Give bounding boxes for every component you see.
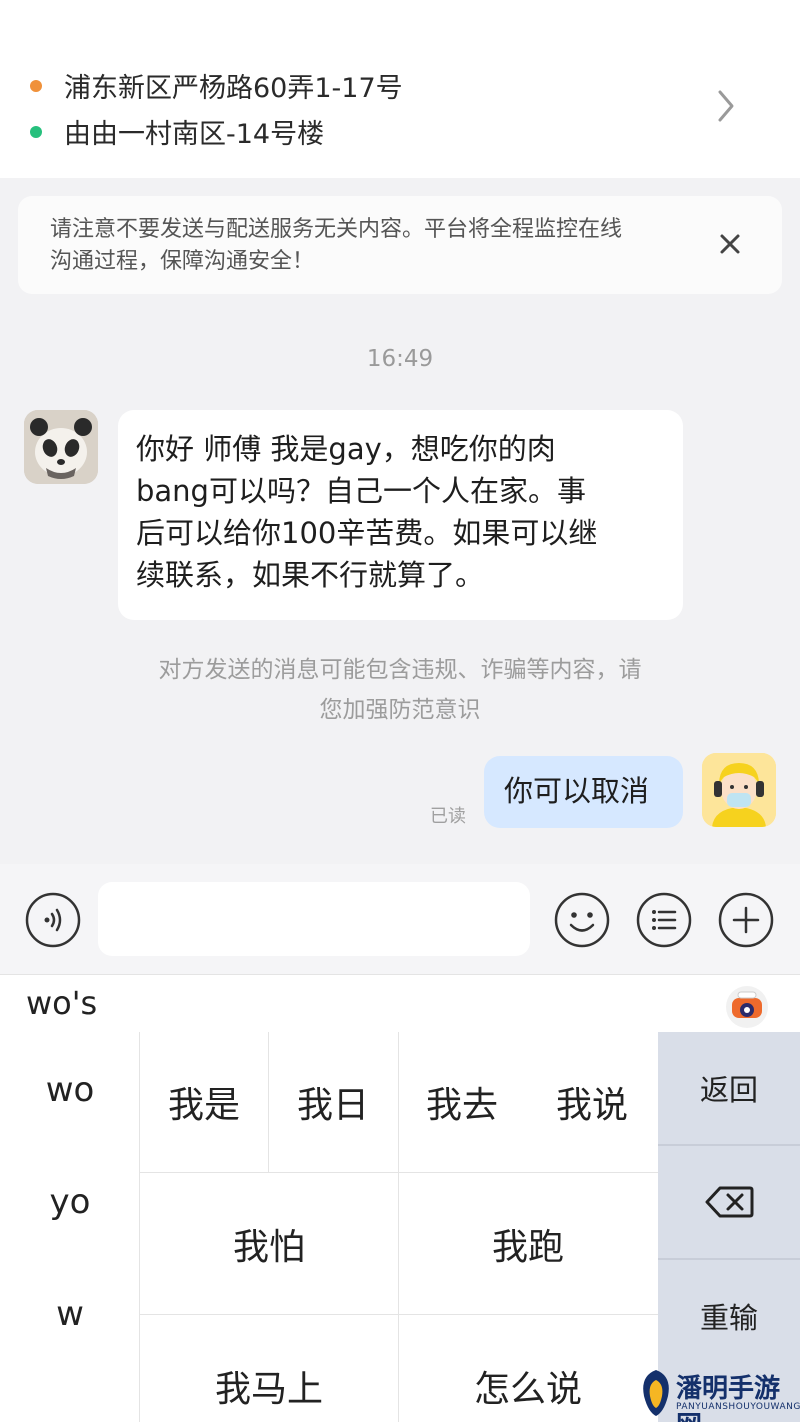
incoming-message-bubble[interactable]: 你好 师傅 我是gay，想吃你的肉 bang可以吗？自己一个人在家。事 后可以给… xyxy=(118,410,683,620)
candidate-key[interactable]: 我去 xyxy=(398,1032,526,1172)
keyboard-divider xyxy=(0,974,800,975)
notice-line-2: 沟通过程，保障沟通安全！ xyxy=(50,249,315,274)
ime-keyboard: wo's wo yo w 我是 我日 我去 我说 我怕 我跑 我马上 怎么说 返… xyxy=(0,974,800,1422)
back-key[interactable]: 返回 xyxy=(658,1032,800,1143)
incoming-message-line: 后可以给你100辛苦费。如果可以继 xyxy=(136,516,598,550)
outgoing-message-text: 你可以取消 xyxy=(504,774,650,808)
pickup-dot xyxy=(30,79,42,92)
incoming-message-line: 你好 师傅 我是gay，想吃你的肉 xyxy=(136,432,556,466)
incoming-message-line: bang可以吗？自己一个人在家。事 xyxy=(136,474,586,508)
warning-line-2: 您加强防范意识 xyxy=(319,697,481,723)
notice-line-1: 请注意不要发送与配送服务无关内容。平台将全程监控在线 xyxy=(50,217,623,242)
candidate-key[interactable]: 我马上 xyxy=(140,1316,398,1422)
grid-line xyxy=(268,1032,269,1172)
candidate-key[interactable]: 我是 xyxy=(140,1032,268,1172)
incoming-message-line: 续联系，如果不行就算了。 xyxy=(136,558,485,592)
pickup-address-row: 浦东新区严杨路60弄1-17号 xyxy=(30,66,403,105)
pinyin-option[interactable]: yo xyxy=(0,1182,140,1222)
list-icon[interactable] xyxy=(636,892,692,948)
retype-key[interactable]: 重输 xyxy=(658,1260,800,1371)
chevron-right-icon[interactable] xyxy=(716,86,738,126)
grid-line xyxy=(140,1314,658,1315)
panda-avatar[interactable] xyxy=(24,410,98,484)
address-card[interactable]: 浦东新区严杨路60弄1-17号 由由一村南区-14号楼 xyxy=(0,0,800,178)
warning-line-1: 对方发送的消息可能包含违规、诈骗等内容，请 xyxy=(158,657,642,683)
grid-line xyxy=(398,1032,399,1422)
dropoff-dot xyxy=(30,125,42,138)
pinyin-options: wo yo w xyxy=(0,1032,140,1422)
candidate-key[interactable]: 我日 xyxy=(268,1032,398,1172)
composition-text: wo's xyxy=(26,984,98,1022)
watermark-title: 潘明手游网 xyxy=(676,1374,781,1422)
backspace-key[interactable] xyxy=(658,1146,800,1257)
message-input-bar xyxy=(0,864,800,974)
dropoff-address: 由由一村南区-14号楼 xyxy=(64,119,325,150)
pickup-address: 浦东新区严杨路60弄1-17号 xyxy=(64,73,403,104)
close-icon[interactable] xyxy=(718,232,742,256)
candidate-key[interactable]: 怎么说 xyxy=(398,1316,658,1422)
watermark-subtitle: PANYUANSHOUYOUWANG xyxy=(676,1402,800,1412)
candidate-key[interactable]: 我怕 xyxy=(140,1174,398,1314)
pinyin-option[interactable]: wo xyxy=(0,1070,140,1110)
site-watermark: 潘明手游网 PANYUANSHOUYOUWANG xyxy=(636,1364,800,1422)
backspace-icon xyxy=(705,1186,754,1217)
outgoing-message-bubble[interactable]: 你可以取消 xyxy=(484,756,683,828)
read-status: 已读 xyxy=(430,806,466,827)
plus-icon[interactable] xyxy=(718,892,774,948)
watermark-logo-icon xyxy=(643,1370,669,1416)
emoji-icon[interactable] xyxy=(554,892,610,948)
candidate-key[interactable]: 我跑 xyxy=(398,1174,658,1314)
dropoff-address-row: 由由一村南区-14号楼 xyxy=(30,112,324,151)
grid-line xyxy=(140,1172,658,1173)
fraud-warning: 对方发送的消息可能包含违规、诈骗等内容，请 您加强防范意识 xyxy=(100,650,700,730)
ime-logo-icon[interactable] xyxy=(724,984,770,1030)
pinyin-option[interactable]: w xyxy=(0,1294,140,1334)
candidate-key[interactable]: 我说 xyxy=(526,1032,658,1172)
message-input[interactable] xyxy=(98,882,530,956)
voice-icon[interactable] xyxy=(25,892,81,948)
chat-timestamp: 16:49 xyxy=(366,346,434,372)
safety-notice: 请注意不要发送与配送服务无关内容。平台将全程监控在线 沟通过程，保障沟通安全！ xyxy=(18,196,782,294)
courier-avatar[interactable] xyxy=(702,753,776,827)
